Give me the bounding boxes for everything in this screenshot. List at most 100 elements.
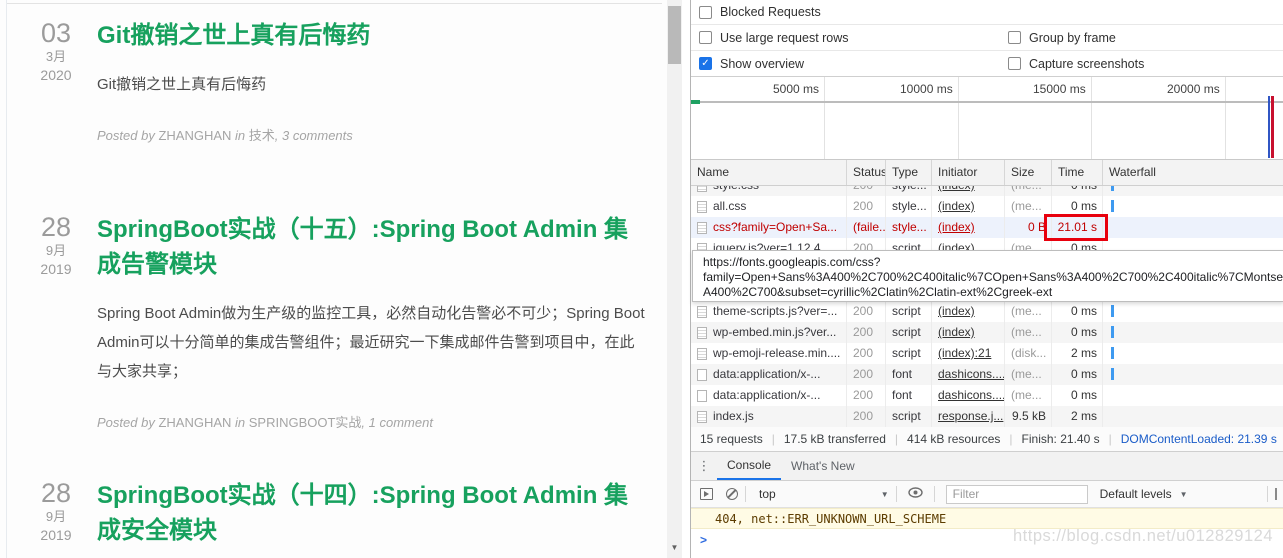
show-overview-checkbox[interactable]: ✓ Show overview xyxy=(699,57,804,71)
checkbox-checked-icon[interactable]: ✓ xyxy=(699,57,712,70)
console-sidebar-toggle-icon[interactable] xyxy=(700,488,713,500)
request-type: script xyxy=(886,343,932,364)
waterfall-cell xyxy=(1103,217,1283,238)
post-title-link[interactable]: Git撤销之世上真有后悔药 xyxy=(97,18,646,53)
request-name: theme-scripts.js?ver=... xyxy=(713,301,837,322)
blog-top-border xyxy=(7,3,662,4)
network-config-row: Use large request rows Group by frame xyxy=(691,25,1283,51)
network-request-row[interactable]: all.css 200 style... (index) (me... 0 ms xyxy=(691,196,1283,217)
use-large-rows-checkbox[interactable]: Use large request rows xyxy=(699,31,849,45)
post-date: 28 9月 2019 xyxy=(36,212,76,431)
blog-post: 28 9月 2019 SpringBoot实战（十四）:Spring Boot … xyxy=(36,478,646,548)
overview-request-bar xyxy=(691,100,700,104)
request-initiator-link[interactable]: (index) xyxy=(932,186,1005,196)
clear-console-icon[interactable] xyxy=(726,488,738,500)
scroll-down-arrow-icon[interactable]: ▼ xyxy=(667,540,682,555)
summary-finish: Finish: 21.40 s xyxy=(1013,432,1109,446)
post-year: 2019 xyxy=(36,260,76,279)
console-filter-input[interactable] xyxy=(946,485,1088,504)
post-comments[interactable]: , 3 comments xyxy=(275,128,353,143)
request-status: (faile... xyxy=(847,217,886,238)
network-request-row[interactable]: style.css 200 style... (index) (me... 0 … xyxy=(691,186,1283,196)
checkbox-icon[interactable] xyxy=(1008,57,1021,70)
column-header-status[interactable]: Status xyxy=(847,160,886,185)
ruler-divider xyxy=(1091,77,1092,160)
in-label: in xyxy=(231,415,248,430)
toolbar-divider xyxy=(896,486,897,502)
summary-transferred: 17.5 kB transferred xyxy=(775,432,895,446)
request-status: 200 xyxy=(847,322,886,343)
request-initiator-link[interactable]: (index):21 xyxy=(932,343,1005,364)
request-time: 0 ms xyxy=(1052,301,1103,322)
settings-icon[interactable] xyxy=(1275,488,1283,500)
csdn-watermark: https://blog.csdn.net/u012829124 xyxy=(1013,527,1273,546)
group-by-frame-checkbox[interactable]: Group by frame xyxy=(1008,31,1116,45)
request-initiator-link[interactable]: response.j... xyxy=(932,406,1005,427)
capture-screenshots-checkbox[interactable]: Capture screenshots xyxy=(1008,57,1144,71)
request-initiator-link[interactable]: (index) xyxy=(932,217,1005,238)
column-header-time[interactable]: Time xyxy=(1052,160,1103,185)
column-header-waterfall[interactable]: Waterfall xyxy=(1103,160,1283,185)
request-name: data:application/x-... xyxy=(713,364,820,385)
post-category[interactable]: 技术 xyxy=(249,128,275,143)
checkbox-icon[interactable] xyxy=(699,6,712,19)
network-request-row[interactable]: index.js 200 script response.j... 9.5 kB… xyxy=(691,406,1283,427)
request-initiator-link[interactable]: (index) xyxy=(932,322,1005,343)
request-initiator-link[interactable]: dashicons.... xyxy=(932,364,1005,385)
request-initiator-link[interactable]: (index) xyxy=(932,196,1005,217)
post-category[interactable]: SPRINGBOOT实战 xyxy=(249,415,362,430)
network-request-row[interactable]: data:application/x-... 200 font dashicon… xyxy=(691,364,1283,385)
network-request-row[interactable]: data:application/x-... 200 font dashicon… xyxy=(691,385,1283,406)
toolbar-divider xyxy=(934,486,935,502)
request-size: (disk... xyxy=(1005,343,1052,364)
request-initiator-link[interactable]: (index) xyxy=(932,301,1005,322)
blocked-requests-checkbox[interactable]: Blocked Requests xyxy=(699,5,821,19)
chevron-down-icon: ▼ xyxy=(1180,490,1188,499)
overview-baseline xyxy=(691,101,1283,103)
file-icon xyxy=(697,306,707,318)
request-type: script xyxy=(886,322,932,343)
file-icon xyxy=(697,411,707,423)
checkbox-label: Group by frame xyxy=(1029,31,1116,45)
column-header-type[interactable]: Type xyxy=(886,160,932,185)
post-comments[interactable]: , 1 comment xyxy=(361,415,433,430)
log-levels-dropdown[interactable]: Default levels ▼ xyxy=(1100,487,1188,501)
waterfall-cell xyxy=(1103,186,1283,196)
file-icon xyxy=(697,348,707,360)
column-header-size[interactable]: Size xyxy=(1005,160,1052,185)
tab-console[interactable]: Console xyxy=(717,452,781,480)
network-request-row-failed[interactable]: css?family=Open+Sa... (faile... style...… xyxy=(691,217,1283,238)
request-status: 200 xyxy=(847,343,886,364)
network-request-row[interactable]: theme-scripts.js?ver=... 200 script (ind… xyxy=(691,301,1283,322)
request-initiator-link[interactable]: dashicons.... xyxy=(932,385,1005,406)
network-request-row[interactable]: wp-emoji-release.min.... 200 script (ind… xyxy=(691,343,1283,364)
console-warning-message[interactable]: 404, net::ERR_UNKNOWN_URL_SCHEME xyxy=(691,508,1283,529)
checkbox-icon[interactable] xyxy=(699,31,712,44)
network-request-row[interactable]: wp-embed.min.js?ver... 200 script (index… xyxy=(691,322,1283,343)
more-options-icon[interactable]: ⋮ xyxy=(691,458,717,474)
waterfall-cell xyxy=(1103,364,1283,385)
summary-requests: 15 requests xyxy=(691,432,772,446)
blog-scrollbar-thumb[interactable] xyxy=(668,6,681,64)
tooltip-line: https://fonts.googleapis.com/css? xyxy=(703,255,1283,270)
post-author[interactable]: ZHANGHAN xyxy=(158,415,231,430)
devtools-pane: Blocked Requests Use large request rows … xyxy=(690,0,1283,558)
waterfall-cell xyxy=(1103,196,1283,217)
post-month: 9月 xyxy=(36,508,76,526)
column-header-initiator[interactable]: Initiator xyxy=(932,160,1005,185)
checkbox-label: Capture screenshots xyxy=(1029,57,1144,71)
post-title-link[interactable]: SpringBoot实战（十四）:Spring Boot Admin 集成安全模… xyxy=(97,478,646,548)
blog-scrollbar[interactable]: ▼ xyxy=(667,0,682,558)
javascript-context-dropdown[interactable]: top ▼ xyxy=(753,487,889,501)
file-icon xyxy=(697,201,707,213)
create-live-expression-icon[interactable] xyxy=(908,487,923,501)
checkbox-icon[interactable] xyxy=(1008,31,1021,44)
request-size: (me... xyxy=(1005,186,1052,196)
network-overview[interactable]: 5000 ms 10000 ms 15000 ms 20000 ms xyxy=(691,77,1283,160)
column-header-name[interactable]: Name xyxy=(691,160,847,185)
request-size: 9.5 kB xyxy=(1005,406,1052,427)
tab-whats-new[interactable]: What's New xyxy=(781,452,865,480)
post-title-link[interactable]: SpringBoot实战（十五）:Spring Boot Admin 集成告警模… xyxy=(97,212,646,282)
post-author[interactable]: ZHANGHAN xyxy=(158,128,231,143)
post-date: 03 3月 2020 xyxy=(36,18,76,144)
